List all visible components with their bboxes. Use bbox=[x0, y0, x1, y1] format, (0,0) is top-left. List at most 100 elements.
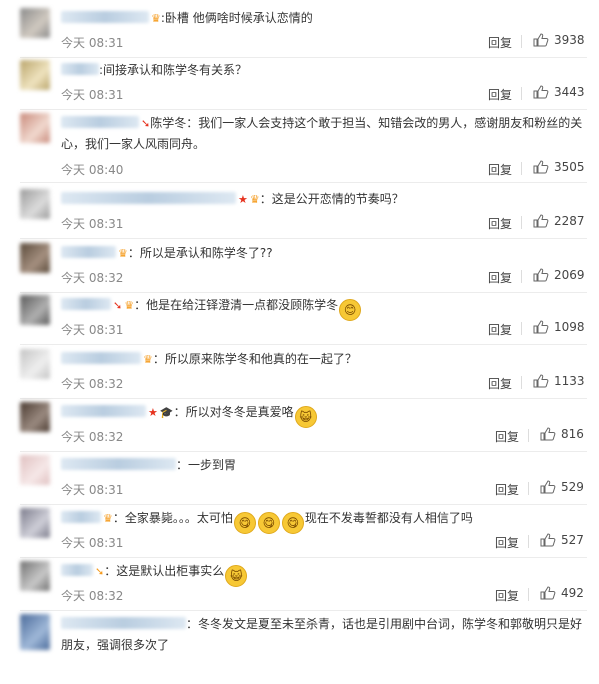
comment-item: ♛：所以是承认和陈学冬了?? 今天 08:32 回复 2069 bbox=[0, 243, 599, 293]
comment-item: :间接承认和陈学冬有关系？ 今天 08:31 回复 3443 bbox=[0, 60, 599, 110]
comment-text: ：所以对冬冬是真爱咯 bbox=[173, 405, 294, 419]
comment-content: ♛：所以原来陈学冬和他真的在一起了？ bbox=[61, 349, 587, 370]
action-separator bbox=[521, 270, 522, 283]
row-divider bbox=[20, 109, 587, 110]
username-link[interactable] bbox=[61, 192, 236, 204]
reply-button[interactable]: 回复 bbox=[488, 215, 512, 232]
comment-text: ：一步到胃 bbox=[176, 458, 237, 472]
avatar[interactable] bbox=[20, 60, 50, 90]
like-count: 492 bbox=[561, 586, 584, 600]
comment-text: 陈学冬：我们一家人会支持这个敢于担当、知错会改的男人，感谢朋友和粉丝的关心，我们… bbox=[61, 116, 583, 151]
comment-item: ★ ♛：这是公开恋情的节奏吗？ 今天 08:31 回复 2287 bbox=[0, 189, 599, 239]
avatar[interactable] bbox=[20, 561, 50, 591]
avatar[interactable] bbox=[20, 189, 50, 219]
username-link[interactable] bbox=[61, 458, 176, 470]
emoji-icon: 😋 bbox=[257, 512, 280, 534]
row-divider bbox=[20, 238, 587, 239]
comment-text-continued: 现在不发毒誓都没有人相信了吗 bbox=[304, 511, 473, 525]
action-separator bbox=[521, 35, 522, 48]
like-button[interactable]: 529 bbox=[540, 480, 584, 494]
reply-button[interactable]: 回复 bbox=[488, 269, 512, 286]
like-count: 1133 bbox=[554, 374, 585, 388]
like-button[interactable]: 3938 bbox=[533, 33, 585, 47]
username-link[interactable] bbox=[61, 246, 116, 258]
thumbs-up-icon bbox=[533, 374, 549, 388]
thumbs-up-icon bbox=[533, 85, 549, 99]
username-link[interactable] bbox=[61, 511, 101, 523]
comment-time: 今天 08:31 bbox=[61, 217, 124, 231]
like-button[interactable]: 2287 bbox=[533, 214, 585, 228]
comment-time: 今天 08:32 bbox=[61, 589, 124, 603]
star-badge-icon: ★ bbox=[238, 193, 248, 206]
comment-item: ★ 🎓：所以对冬冬是真爱咯 😺 今天 08:32 回复 816 bbox=[0, 402, 599, 452]
comment-list: ♛:卧槽 他俩啥时候承认恋情的 今天 08:31 回复 3938:间接承认和陈学冬有关… bbox=[0, 0, 599, 662]
username-link[interactable] bbox=[61, 617, 186, 629]
row-divider bbox=[20, 182, 587, 183]
avatar[interactable] bbox=[20, 455, 50, 485]
like-button[interactable]: 527 bbox=[540, 533, 584, 547]
reply-button[interactable]: 回复 bbox=[495, 481, 519, 498]
vip-crown-icon: ♛ bbox=[151, 12, 161, 25]
comment-time: 今天 08:31 bbox=[61, 536, 124, 550]
like-count: 2069 bbox=[554, 268, 585, 282]
like-button[interactable]: 1133 bbox=[533, 374, 585, 388]
like-button[interactable]: 3505 bbox=[533, 160, 585, 174]
like-count: 3938 bbox=[554, 33, 585, 47]
reply-button[interactable]: 回复 bbox=[488, 375, 512, 392]
comment-item: ➘ ♛：他是在给汪铎澄清一点都没顾陈学冬 😊 今天 08:31 回复 1098 bbox=[0, 295, 599, 345]
reply-button[interactable]: 回复 bbox=[495, 587, 519, 604]
comment-item: ♛：所以原来陈学冬和他真的在一起了？ 今天 08:32 回复 1133 bbox=[0, 349, 599, 399]
comment-time: 今天 08:31 bbox=[61, 323, 124, 337]
avatar[interactable] bbox=[20, 349, 50, 379]
avatar[interactable] bbox=[20, 614, 50, 650]
reply-button[interactable]: 回复 bbox=[495, 534, 519, 551]
comment-time: 今天 08:31 bbox=[61, 36, 124, 50]
comment-time: 今天 08:31 bbox=[61, 483, 124, 497]
row-divider bbox=[20, 610, 587, 611]
avatar[interactable] bbox=[20, 8, 50, 38]
comment-item: ♛:卧槽 他俩啥时候承认恋情的 今天 08:31 回复 3938 bbox=[0, 8, 599, 58]
reply-button[interactable]: 回复 bbox=[488, 86, 512, 103]
comment-text: :间接承认和陈学冬有关系？ bbox=[99, 63, 248, 77]
like-button[interactable]: 492 bbox=[540, 586, 584, 600]
comment-text: ：所以原来陈学冬和他真的在一起了？ bbox=[152, 352, 357, 366]
comment-text: ：全家暴毙。。。太可怕 bbox=[112, 511, 233, 525]
username-link[interactable] bbox=[61, 298, 111, 310]
emoji-icon: 😋 bbox=[281, 512, 304, 534]
action-separator bbox=[521, 376, 522, 389]
comment-content: ➘陈学冬：我们一家人会支持这个敢于担当、知错会改的男人，感谢朋友和粉丝的关心，我… bbox=[61, 113, 587, 155]
comment-text: ：所以是承认和陈学冬了?? bbox=[127, 246, 273, 260]
comment-content: ♛：全家暴毙。。。太可怕 😋 😋 😋 现在不发毒誓都没有人相信了吗 bbox=[61, 508, 587, 534]
grad-cap-icon: 🎓 bbox=[159, 406, 174, 419]
avatar[interactable] bbox=[20, 508, 50, 538]
avatar[interactable] bbox=[20, 402, 50, 432]
comment-time: 今天 08:40 bbox=[61, 163, 124, 177]
username-link[interactable] bbox=[61, 564, 93, 576]
comment-time: 今天 08:32 bbox=[61, 430, 124, 444]
like-button[interactable]: 816 bbox=[540, 427, 584, 441]
username-link[interactable] bbox=[61, 405, 146, 417]
username-link[interactable] bbox=[61, 63, 99, 75]
emoji-icon: 😋 bbox=[233, 512, 256, 534]
comment-item: ➘陈学冬：我们一家人会支持这个敢于担当、知错会改的男人，感谢朋友和粉丝的关心，我… bbox=[0, 113, 599, 183]
comment-content: ➘ ♛：他是在给汪铎澄清一点都没顾陈学冬 😊 bbox=[61, 295, 587, 321]
star-badge-icon: ★ bbox=[148, 406, 158, 419]
level-arrow-icon: ➘ bbox=[141, 117, 151, 130]
reply-button[interactable]: 回复 bbox=[495, 428, 519, 445]
level-arrow-icon: ➘ bbox=[113, 299, 123, 312]
reply-button[interactable]: 回复 bbox=[488, 161, 512, 178]
avatar[interactable] bbox=[20, 113, 50, 143]
like-button[interactable]: 2069 bbox=[533, 268, 585, 282]
reply-button[interactable]: 回复 bbox=[488, 34, 512, 51]
username-link[interactable] bbox=[61, 352, 141, 364]
like-button[interactable]: 1098 bbox=[533, 320, 585, 334]
username-link[interactable] bbox=[61, 116, 139, 128]
avatar[interactable] bbox=[20, 295, 50, 325]
avatar[interactable] bbox=[20, 243, 50, 273]
like-count: 1098 bbox=[554, 320, 585, 334]
comment-content: ➘：这是默认出柜事实么 😺 bbox=[61, 561, 587, 587]
reply-button[interactable]: 回复 bbox=[488, 321, 512, 338]
like-button[interactable]: 3443 bbox=[533, 85, 585, 99]
comment-item: ：一步到胃今天 08:31 回复 529 bbox=[0, 455, 599, 505]
username-link[interactable] bbox=[61, 11, 149, 23]
